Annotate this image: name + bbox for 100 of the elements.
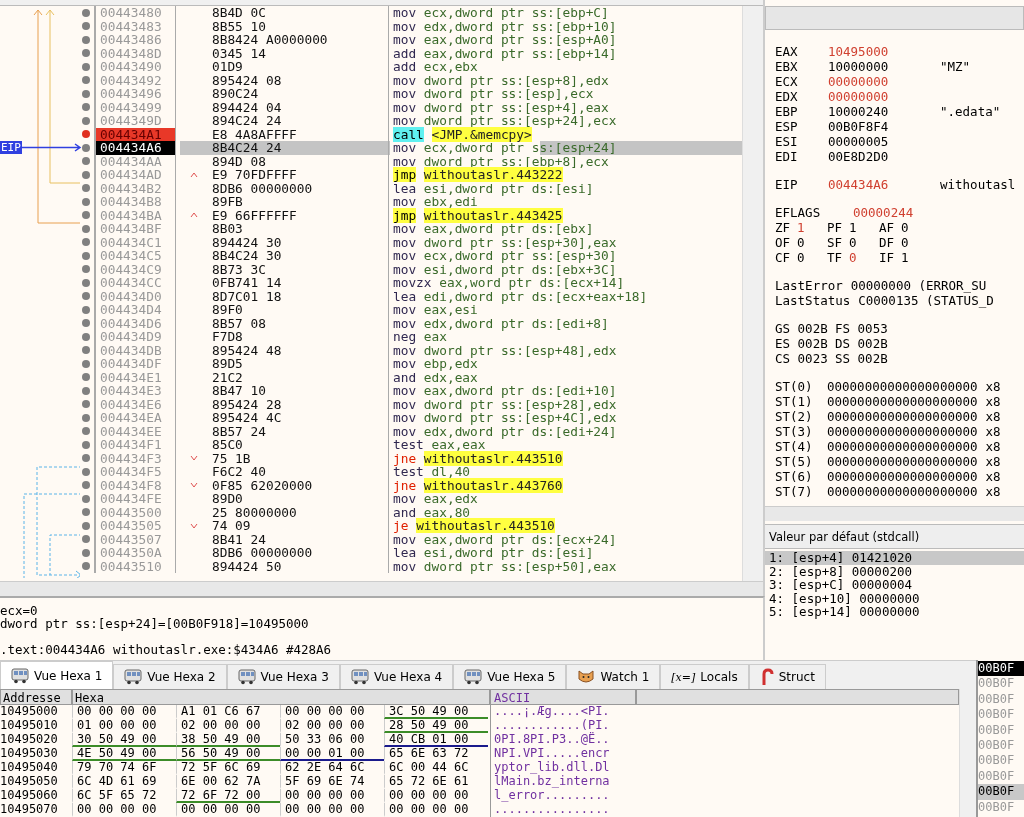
breakpoint-dot[interactable] (82, 440, 90, 449)
breakpoint-dot[interactable] (82, 211, 90, 220)
breakpoint-dot[interactable] (82, 143, 90, 152)
breakpoint-dot[interactable] (82, 346, 90, 355)
horizontal-scrollbar[interactable] (765, 506, 1024, 521)
flag-value[interactable]: 0 (849, 235, 857, 250)
register-value[interactable]: 10000000 (828, 59, 940, 74)
address-cell-text: 10495040 (0, 761, 59, 775)
argument-row[interactable]: 4: [esp+10] 00000000 (765, 591, 1024, 605)
breakpoint-dot[interactable] (82, 62, 90, 71)
breakpoint-dot[interactable] (82, 170, 90, 179)
breakpoint-dot[interactable] (82, 481, 90, 490)
flag-value[interactable]: 1 (797, 220, 805, 235)
breakpoint-dot[interactable] (82, 386, 90, 395)
breakpoint-dot[interactable] (82, 521, 90, 530)
breakpoint-dot[interactable] (82, 454, 90, 463)
register-value[interactable]: 00E8D2D0 (828, 149, 940, 164)
tab[interactable]: Watch 1 (566, 664, 661, 689)
breakpoint-dot[interactable] (82, 319, 90, 328)
breakpoint-dot[interactable] (82, 332, 90, 341)
breakpoint-dot[interactable] (82, 35, 90, 44)
column-header[interactable]: ASCII (490, 689, 636, 705)
flag-value[interactable]: 0 (901, 235, 909, 250)
breakpoint-dot[interactable] (82, 157, 90, 166)
segment-value[interactable]: 002B (797, 321, 828, 336)
breakpoint-dot[interactable] (82, 305, 90, 314)
breakpoint-dot[interactable] (82, 427, 90, 436)
breakpoint-dot[interactable] (82, 8, 90, 17)
breakpoint-dot[interactable] (82, 494, 90, 503)
breakpoint-dot[interactable] (82, 548, 90, 557)
register-value[interactable]: 00000000000000000000 (827, 424, 978, 439)
breakpoint-dot[interactable] (82, 278, 90, 287)
breakpoint-dot[interactable] (82, 22, 90, 31)
flag-value[interactable]: 0 (849, 250, 857, 265)
register-value[interactable]: 00000000000000000000 (827, 379, 978, 394)
column-header[interactable] (636, 689, 959, 705)
tab[interactable]: [x=] Locals (660, 664, 749, 689)
tab[interactable]: Vue Hexa 1 (0, 661, 114, 689)
breakpoint-dot[interactable] (82, 76, 90, 85)
register-value[interactable]: 00000005 (828, 134, 940, 149)
register-value[interactable]: 00000000000000000000 (827, 394, 978, 409)
register-value[interactable]: 00000000000000000000 (827, 454, 978, 469)
register-value[interactable]: 10000240 (828, 104, 940, 119)
register-value[interactable]: 00000000000000000000 (827, 409, 978, 424)
tab[interactable]: Struct (748, 664, 826, 689)
breakpoint-dot[interactable] (82, 562, 90, 571)
tab[interactable]: Vue Hexa 5 (453, 664, 567, 689)
segment-value[interactable]: 002B (857, 351, 888, 366)
breakpoint-dot[interactable] (82, 535, 90, 544)
flag-value[interactable]: 0 (797, 250, 805, 265)
breakpoint-dot[interactable] (82, 103, 90, 112)
column-header[interactable]: Addresse (0, 689, 72, 705)
tab[interactable]: Vue Hexa 3 (226, 664, 340, 689)
breakpoint-dot[interactable] (82, 89, 90, 98)
current-row[interactable]: EIP 004434A6 8B4C24 24 mov ecx,dword ptr ss:[esp+24] (0, 141, 743, 155)
breakpoint-dot[interactable] (82, 508, 90, 517)
argument-row[interactable]: 5: [esp+14] 00000000 (765, 605, 1024, 619)
stack-address[interactable]: 00B0F (978, 784, 1024, 800)
breakpoint-dot[interactable] (82, 49, 90, 58)
breakpoint-dot[interactable] (82, 292, 90, 301)
stack-address[interactable]: 00B0F (978, 661, 1024, 677)
breakpoint-dot[interactable] (82, 467, 90, 476)
argument-row[interactable]: 3: [esp+C] 00000004 (765, 578, 1024, 592)
register-value[interactable]: 00000244 (853, 205, 965, 220)
breakpoint-dot[interactable] (82, 224, 90, 233)
breakpoint-dot[interactable] (82, 116, 90, 125)
breakpoint-dot[interactable] (82, 130, 90, 139)
register-value[interactable]: 00000000 (828, 74, 940, 89)
breakpoint-dot[interactable] (82, 373, 90, 382)
breakpoint-dot[interactable] (82, 359, 90, 368)
breakpoint-dot[interactable] (82, 413, 90, 422)
flag-value[interactable]: 0 (797, 235, 805, 250)
flag-value[interactable]: 1 (901, 250, 909, 265)
breakpoint-dot[interactable] (82, 197, 90, 206)
argument-row[interactable]: 2: [esp+8] 00000200 (765, 564, 1024, 578)
tab[interactable]: Vue Hexa 2 (113, 664, 227, 689)
register-value[interactable]: 00000000000000000000 (827, 469, 978, 484)
breakpoint-dot[interactable] (82, 265, 90, 274)
breakpoint-dot[interactable] (82, 251, 90, 260)
column-header[interactable]: Hexa (72, 689, 490, 705)
segment-value[interactable]: 002B (857, 336, 888, 351)
breakpoint-dot[interactable] (82, 400, 90, 409)
register-value[interactable]: 00000000000000000000 (827, 439, 978, 454)
segment-value[interactable]: 002B (797, 336, 828, 351)
register-value[interactable]: 00000000000000000000 (827, 484, 978, 499)
vertical-scrollbar[interactable] (742, 6, 763, 581)
register-value[interactable]: 004434A6 (828, 177, 940, 192)
horizontal-scrollbar[interactable] (0, 581, 763, 596)
register-value[interactable]: 00B0F8F4 (828, 119, 940, 134)
register-value[interactable]: 10495000 (828, 44, 940, 59)
tab[interactable]: Vue Hexa 4 (339, 664, 454, 689)
register-value[interactable]: 00000000 (828, 89, 940, 104)
argument-row[interactable]: 1: [esp+4] 01421020 (765, 551, 1024, 565)
flag-value[interactable]: 1 (849, 220, 857, 235)
vertical-scrollbar[interactable] (959, 689, 976, 817)
breakpoint-dot[interactable] (82, 184, 90, 193)
segment-value[interactable]: 0023 (797, 351, 828, 366)
flag-value[interactable]: 0 (901, 220, 909, 235)
segment-value[interactable]: 0053 (857, 321, 888, 336)
breakpoint-dot[interactable] (82, 238, 90, 247)
